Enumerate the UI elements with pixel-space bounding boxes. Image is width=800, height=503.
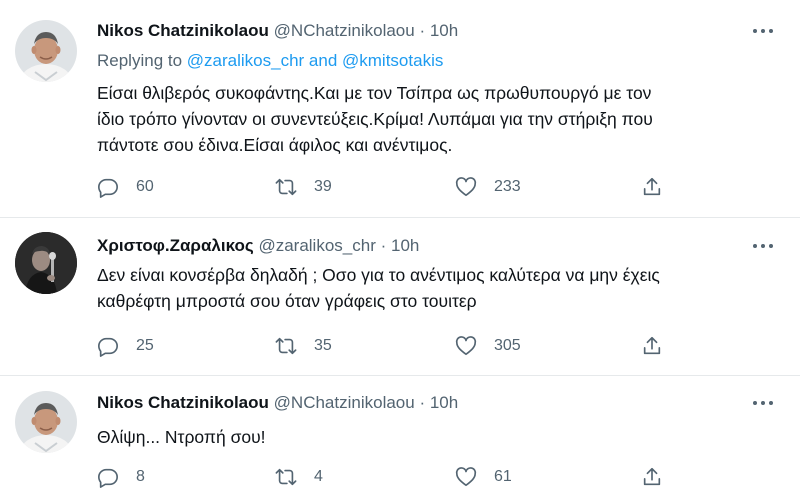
share-button[interactable]: [641, 335, 663, 357]
share-icon: [643, 467, 661, 486]
tweet-text: Είσαι θλιβερός συκοφάντης.Και με τον Τσί…: [97, 80, 777, 158]
tweet-text-line: ίδιο τρόπο γίνονταν οι συνεντεύξεις.Κρίμ…: [97, 109, 653, 129]
action-bar: 25 35 305: [97, 335, 677, 359]
reply-button[interactable]: 60: [97, 176, 154, 198]
separator-dot: ·: [380, 236, 387, 255]
avatar[interactable]: [15, 391, 77, 453]
share-icon: [643, 177, 661, 196]
more-icon: [753, 29, 773, 33]
reply-button[interactable]: 8: [97, 466, 145, 488]
reply-count: 8: [136, 468, 145, 485]
retweet-icon: [275, 337, 297, 355]
share-button[interactable]: [641, 176, 663, 198]
separator-dot: ·: [419, 393, 426, 412]
more-button[interactable]: [752, 20, 774, 42]
author-name[interactable]: Χριστοφ.Ζαραλικος: [97, 236, 254, 255]
timestamp[interactable]: 10h: [391, 236, 419, 255]
like-button[interactable]: 233: [455, 176, 521, 198]
timestamp[interactable]: 10h: [430, 21, 458, 40]
retweet-button[interactable]: 39: [275, 176, 332, 198]
reply-button[interactable]: 25: [97, 335, 154, 357]
reply-count: 60: [136, 178, 154, 195]
separator-dot: ·: [419, 21, 426, 40]
tweet-2[interactable]: Χριστοφ.Ζαραλικος @zaralikos_chr · 10h Δ…: [0, 218, 800, 378]
heart-icon: [455, 467, 477, 487]
tweet-text-line: Δεν είναι κονσέρβα δηλαδή ; Οσο για το α…: [97, 265, 660, 285]
retweet-button[interactable]: 35: [275, 335, 332, 357]
heart-icon: [455, 336, 477, 356]
more-button[interactable]: [752, 392, 774, 414]
more-button[interactable]: [752, 235, 774, 257]
tweet-text-line: καθρέφτη μπροστά σου όταν γράφεις στο το…: [97, 291, 477, 311]
tweet-header: Nikos Chatzinikolaou @NChatzinikolaou · …: [97, 392, 458, 414]
avatar[interactable]: [15, 20, 77, 82]
retweet-icon: [275, 468, 297, 486]
tweet-1[interactable]: Nikos Chatzinikolaou @NChatzinikolaou · …: [0, 0, 800, 200]
avatar[interactable]: [15, 232, 77, 294]
like-button[interactable]: 305: [455, 335, 521, 357]
retweet-icon: [275, 178, 297, 196]
heart-icon: [455, 177, 477, 197]
retweet-count: 4: [314, 468, 323, 485]
avatar-image: [15, 20, 77, 82]
timestamp[interactable]: 10h: [430, 393, 458, 412]
retweet-button[interactable]: 4: [275, 466, 323, 488]
reply-count: 25: [136, 337, 154, 354]
action-bar: 60 39 233: [97, 176, 677, 200]
tweet-header: Χριστοφ.Ζαραλικος @zaralikos_chr · 10h: [97, 235, 419, 257]
tweet-text: Δεν είναι κονσέρβα δηλαδή ; Οσο για το α…: [97, 262, 777, 314]
tweet-text-line: πάντοτε σου έδινα.Είσαι άφιλος και ανέντ…: [97, 135, 453, 155]
retweet-count: 35: [314, 337, 332, 354]
author-name[interactable]: Nikos Chatzinikolaou: [97, 21, 269, 40]
share-icon: [643, 336, 661, 355]
tweet-header: Nikos Chatzinikolaou @NChatzinikolaou · …: [97, 20, 458, 42]
retweet-count: 39: [314, 178, 332, 195]
author-handle[interactable]: @NChatzinikolaou: [274, 21, 415, 40]
more-icon: [753, 244, 773, 248]
author-name[interactable]: Nikos Chatzinikolaou: [97, 393, 269, 412]
like-button[interactable]: 61: [455, 466, 512, 488]
like-count: 305: [494, 337, 521, 354]
action-bar: 8 4 61: [97, 466, 677, 490]
more-icon: [753, 401, 773, 405]
tweet-text: Θλίψη... Ντροπή σου!: [97, 424, 777, 450]
reply-icon: [98, 337, 118, 357]
avatar-image: [15, 232, 77, 294]
tweet-3[interactable]: Nikos Chatzinikolaou @NChatzinikolaou · …: [0, 376, 800, 503]
reply-icon: [98, 178, 118, 198]
tweet-text-line: Είσαι θλιβερός συκοφάντης.Και με τον Τσί…: [97, 83, 652, 103]
avatar-image: [15, 391, 77, 453]
like-count: 233: [494, 178, 521, 195]
replying-to: Replying to @zaralikos_chr and @kmitsota…: [97, 50, 443, 72]
share-button[interactable]: [641, 466, 663, 488]
replying-to-label: Replying to: [97, 51, 183, 70]
author-handle[interactable]: @NChatzinikolaou: [274, 393, 415, 412]
author-handle[interactable]: @zaralikos_chr: [258, 236, 375, 255]
reply-icon: [98, 468, 118, 488]
like-count: 61: [494, 468, 512, 485]
tweet-text-line: Θλίψη... Ντροπή σου!: [97, 427, 266, 447]
replying-to-mentions[interactable]: @zaralikos_chr and @kmitsotakis: [187, 51, 444, 70]
